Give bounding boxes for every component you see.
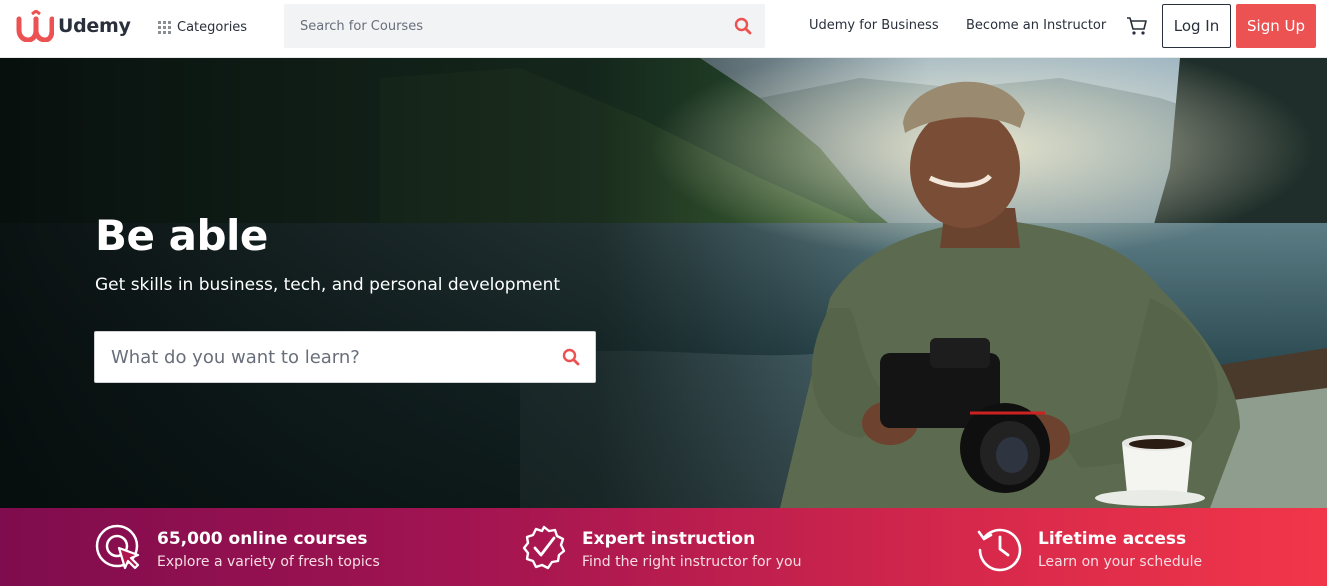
login-button[interactable]: Log In	[1162, 4, 1231, 48]
brand-name: Udemy	[58, 15, 131, 37]
top-navbar: Udemy Categories Udemy for Business Beco…	[0, 0, 1327, 58]
search-icon[interactable]	[561, 347, 581, 367]
feature-expert-instruction: Expert instruction Find the right instru…	[520, 508, 900, 586]
feature-title: Expert instruction	[582, 529, 756, 549]
signup-button[interactable]: Sign Up	[1236, 4, 1316, 48]
become-instructor-link[interactable]: Become an Instructor	[966, 18, 1106, 33]
hero-search-bar	[94, 331, 596, 383]
hero-title: Be able	[95, 211, 268, 260]
feature-description: Learn on your schedule	[1038, 554, 1203, 570]
badge-check-icon	[522, 525, 566, 570]
grid-icon	[158, 20, 171, 34]
categories-menu[interactable]: Categories	[158, 17, 247, 37]
udemy-logo[interactable]: Udemy	[16, 10, 131, 42]
feature-description: Find the right instructor for you	[582, 554, 802, 570]
hero-banner: Be able Get skills in business, tech, an…	[0, 58, 1327, 508]
hero-subtitle: Get skills in business, tech, and person…	[95, 275, 561, 295]
feature-lifetime-access: Lifetime access Learn on your schedule	[976, 508, 1306, 586]
header-search-input[interactable]	[284, 4, 704, 48]
hero-search-input[interactable]	[95, 332, 535, 382]
clock-history-icon	[977, 528, 1022, 572]
target-cursor-icon	[95, 524, 140, 570]
cart-icon[interactable]	[1125, 14, 1149, 38]
categories-label: Categories	[177, 19, 248, 35]
feature-title: Lifetime access	[1038, 529, 1187, 549]
header-search-bar	[284, 4, 765, 48]
value-proposition-bar: 65,000 online courses Explore a variety …	[0, 508, 1327, 586]
udemy-logo-icon	[16, 10, 54, 42]
search-icon[interactable]	[733, 16, 753, 36]
feature-online-courses: 65,000 online courses Explore a variety …	[95, 508, 475, 586]
udemy-for-business-link[interactable]: Udemy for Business	[809, 18, 939, 33]
feature-description: Explore a variety of fresh topics	[157, 554, 380, 570]
feature-title: 65,000 online courses	[157, 529, 368, 549]
